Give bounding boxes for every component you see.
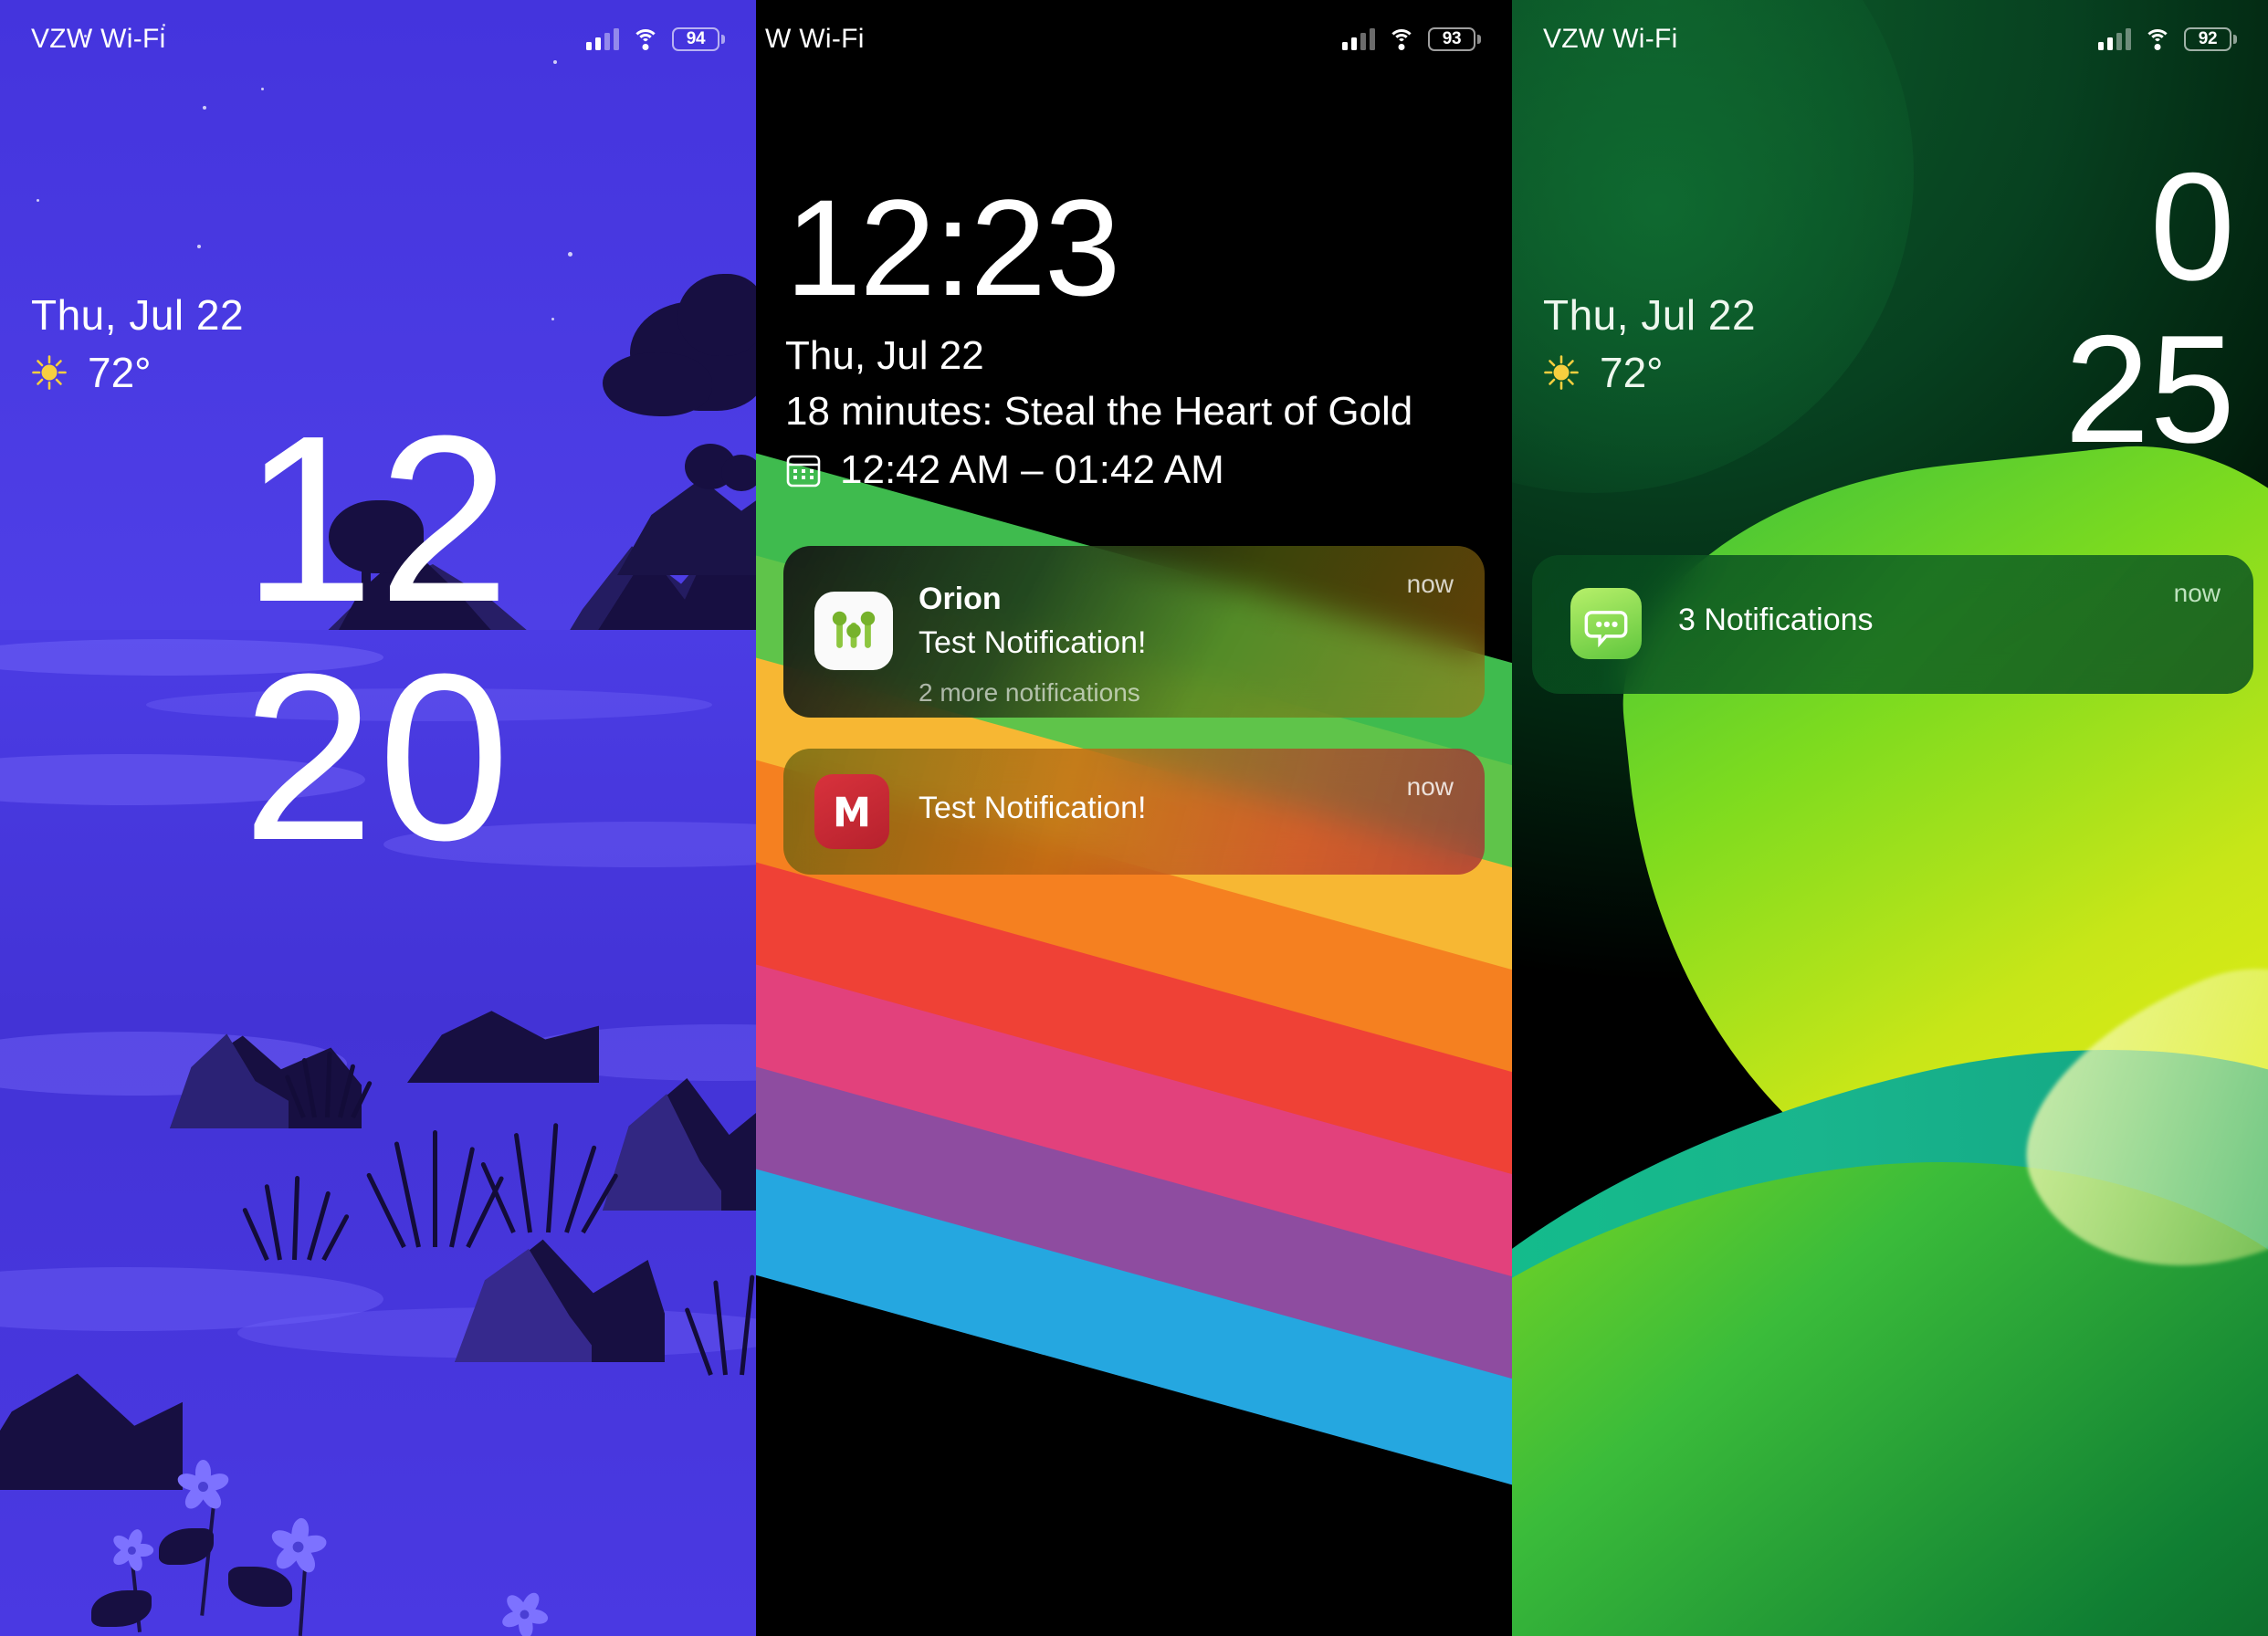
battery-icon: 94 (672, 27, 725, 51)
date-weather-widget[interactable]: Thu, Jul 22 72° (1543, 292, 1756, 397)
cellular-bars-icon (1342, 28, 1375, 50)
temperature-label: 72° (1600, 348, 1664, 396)
notification-subtitle: 2 more notifications (919, 677, 1140, 707)
cellular-bars-icon (586, 28, 619, 50)
lockscreen-screen-3: VZW Wi-Fi 92 Thu, Jul 22 72° 0 25 3 Noti… (1512, 0, 2268, 1636)
temperature-label: 72° (88, 348, 152, 396)
notification-app-name: Orion (919, 582, 1002, 616)
notification-title: Test Notification! (919, 624, 1147, 660)
wifi-icon (632, 28, 659, 50)
calendar-event-summary: 18 minutes: Steal the Heart of Gold (785, 388, 1413, 434)
clock-minute: 20 (242, 625, 514, 891)
date-label: Thu, Jul 22 (785, 333, 984, 378)
clock-time: 12:23 (785, 171, 1120, 324)
wifi-icon (2144, 28, 2171, 50)
sun-icon (31, 354, 68, 391)
status-bar: VZW Wi-Fi 92 (1512, 0, 2268, 79)
notification-title: Test Notification! (919, 791, 1147, 825)
clock-hour: 12 (242, 387, 514, 652)
date-label: Thu, Jul 22 (1543, 291, 1757, 339)
battery-icon: 92 (2184, 27, 2237, 51)
notification-title: 3 Notifications (1678, 603, 1874, 637)
notification-timestamp: now (1406, 772, 1454, 801)
wifi-icon (1388, 28, 1415, 50)
battery-percent-label: 92 (2198, 29, 2218, 48)
clock-widget[interactable]: 12 20 (0, 387, 756, 891)
battery-icon: 93 (1428, 27, 1481, 51)
calendar-event-time: 12:42 AM – 01:42 AM (840, 446, 1224, 492)
carrier-label: VZW Wi-Fi (31, 24, 166, 54)
sun-icon (1543, 354, 1580, 391)
orion-sliders-icon (814, 592, 893, 670)
messages-bubble-icon (1570, 588, 1642, 659)
calendar-icon (785, 452, 822, 488)
clock-info-widget[interactable]: 12:23 Thu, Jul 22 18 minutes: Steal the … (785, 179, 1412, 493)
notification-card[interactable]: Orion Test Notification! 2 more notifica… (783, 546, 1485, 718)
clock-hour: 0 (2149, 141, 2235, 312)
cellular-bars-icon (2098, 28, 2131, 50)
date-label: Thu, Jul 22 (31, 291, 245, 339)
status-bar: W Wi-Fi 93 (756, 0, 1512, 79)
mailspring-m-icon (814, 774, 889, 849)
battery-percent-label: 93 (1442, 29, 1462, 48)
notification-card[interactable]: Test Notification! now (783, 749, 1485, 875)
notification-card[interactable]: 3 Notifications now (1532, 555, 2253, 694)
notification-timestamp: now (2173, 579, 2221, 607)
lockscreen-screen-1: VZW Wi-Fi 94 Thu, Jul 22 72° 12 20 (0, 0, 756, 1636)
date-weather-widget[interactable]: Thu, Jul 22 72° (31, 292, 244, 397)
status-bar: VZW Wi-Fi 94 (0, 0, 756, 79)
carrier-label: W Wi-Fi (765, 24, 865, 54)
clock-widget[interactable]: 0 25 (2064, 150, 2235, 466)
carrier-label: VZW Wi-Fi (1543, 24, 1678, 54)
lockscreen-screen-2: W Wi-Fi 93 12:23 Thu, Jul 22 18 minutes:… (756, 0, 1512, 1636)
lockscreen-comparison: VZW Wi-Fi 94 Thu, Jul 22 72° 12 20 W Wi-… (0, 0, 2268, 1636)
flower-icon (174, 1460, 231, 1513)
notification-timestamp: now (1406, 570, 1454, 598)
battery-percent-label: 94 (686, 29, 706, 48)
clock-minute: 25 (2064, 303, 2235, 475)
